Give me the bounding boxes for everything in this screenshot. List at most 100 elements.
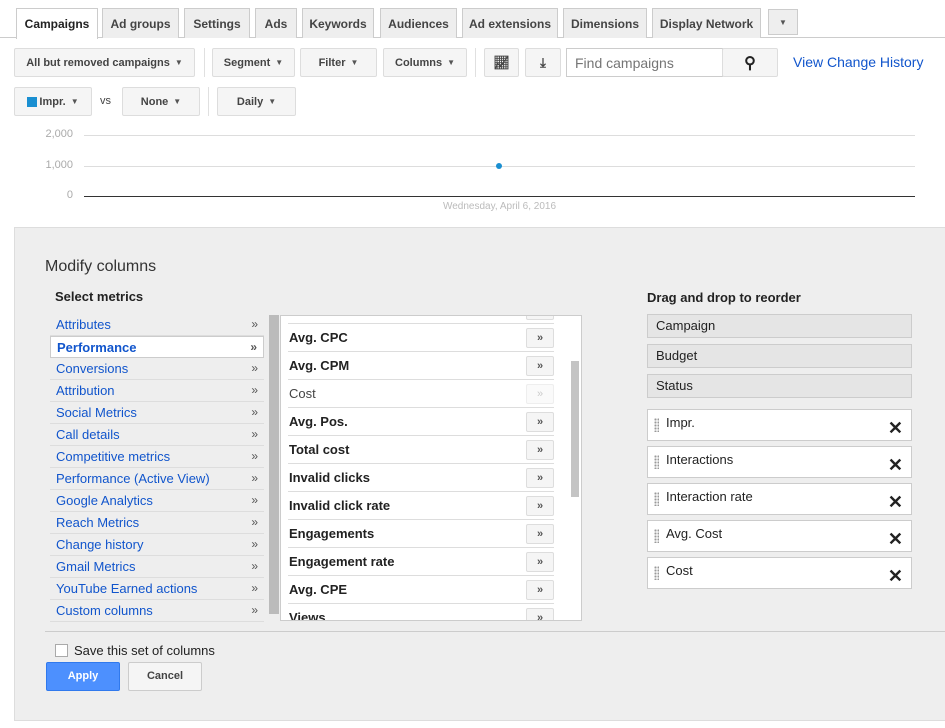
- save-columns-label: Save this set of columns: [74, 643, 215, 658]
- drag-handle-icon[interactable]: [654, 529, 659, 543]
- period-dropdown[interactable]: Daily ▼: [217, 87, 296, 116]
- category-label: Social Metrics: [56, 405, 137, 420]
- segment-button[interactable]: Segment ▼: [212, 48, 295, 77]
- metric1-label: Impr.: [39, 95, 66, 108]
- tab-ad-groups[interactable]: Ad groups: [102, 8, 179, 38]
- category-label: Gmail Metrics: [56, 559, 136, 574]
- add-metric-button[interactable]: »: [526, 468, 554, 488]
- columns-button[interactable]: Columns ▼: [383, 48, 467, 77]
- category-attributes[interactable]: Attributes »: [50, 314, 264, 336]
- drag-handle-icon[interactable]: [654, 492, 659, 506]
- add-metric-button[interactable]: »: [526, 356, 554, 376]
- select-metrics-heading: Select metrics: [55, 289, 144, 304]
- add-metric-button[interactable]: »: [526, 552, 554, 572]
- column-label: Cost: [666, 563, 693, 578]
- category-conversions[interactable]: Conversions »: [50, 358, 264, 380]
- campaign-filter-dropdown[interactable]: All but removed campaigns ▼: [14, 48, 195, 77]
- chevron-right-icon: »: [250, 340, 257, 354]
- chart-toggle-button[interactable]: 📈︎: [484, 48, 519, 77]
- line-chart-icon: 📈︎: [493, 54, 510, 70]
- caret-icon: ▼: [173, 97, 182, 106]
- category-social-metrics[interactable]: Social Metrics »: [50, 402, 264, 424]
- x-axis-label: Wednesday, April 6, 2016: [442, 201, 557, 212]
- remove-icon[interactable]: ✕: [888, 415, 903, 441]
- download-button[interactable]: ⤓: [525, 48, 561, 77]
- add-metric-button[interactable]: »: [526, 608, 554, 620]
- search-input[interactable]: [566, 48, 723, 77]
- caret-icon: ▼: [70, 97, 79, 106]
- selected-column[interactable]: Impr. ✕: [647, 409, 912, 441]
- chevron-right-icon: »: [251, 471, 258, 485]
- remove-icon[interactable]: ✕: [888, 526, 903, 552]
- category-performance-active-view-[interactable]: Performance (Active View) »: [50, 468, 264, 490]
- drag-handle-icon[interactable]: [654, 455, 659, 469]
- selected-column[interactable]: Interaction rate ✕: [647, 483, 912, 515]
- tab-settings[interactable]: Settings: [184, 8, 250, 38]
- metric-label: Views: [289, 610, 326, 621]
- category-youtube-earned-actions[interactable]: YouTube Earned actions »: [50, 578, 264, 600]
- caret-icon: ▼: [174, 58, 183, 67]
- add-metric-button[interactable]: »: [526, 440, 554, 460]
- tab-ad-extensions[interactable]: Ad extensions: [462, 8, 558, 38]
- series-color-swatch: [27, 96, 38, 107]
- columns-label: Columns: [395, 56, 443, 69]
- metrics-list: Avg. CPC» Avg. CPM» Cost» Avg. Pos.» Total c…: [280, 315, 582, 621]
- drag-handle-icon[interactable]: [654, 418, 659, 432]
- category-gmail-metrics[interactable]: Gmail Metrics »: [50, 556, 264, 578]
- selected-column[interactable]: Avg. Cost ✕: [647, 520, 912, 552]
- add-metric-button[interactable]: »: [526, 328, 554, 348]
- add-metric-button[interactable]: »: [526, 496, 554, 516]
- category-custom-columns[interactable]: Custom columns »: [50, 600, 264, 622]
- category-label: Attributes: [56, 317, 111, 332]
- remove-icon[interactable]: ✕: [888, 563, 903, 589]
- data-point[interactable]: [496, 162, 502, 169]
- search-button[interactable]: ⚲: [722, 48, 778, 77]
- drag-handle-icon[interactable]: [654, 566, 659, 580]
- category-change-history[interactable]: Change history »: [50, 534, 264, 556]
- save-columns-checkbox[interactable]: [55, 644, 68, 657]
- metric-label: Avg. CPE: [289, 582, 348, 597]
- tab-keywords[interactable]: Keywords: [302, 8, 374, 38]
- selected-column[interactable]: Interactions ✕: [647, 446, 912, 478]
- filter-button[interactable]: Filter ▼: [300, 48, 377, 77]
- vs-label: vs: [100, 95, 111, 107]
- more-tabs-button[interactable]: ▼: [768, 9, 798, 35]
- tab-display-network[interactable]: Display Network: [652, 8, 761, 38]
- category-attribution[interactable]: Attribution »: [50, 380, 264, 402]
- category-call-details[interactable]: Call details »: [50, 424, 264, 446]
- category-label: Performance: [57, 340, 137, 355]
- caret-icon: ▼: [350, 58, 359, 67]
- cancel-button[interactable]: Cancel: [128, 662, 202, 691]
- add-metric-button[interactable]: »: [526, 524, 554, 544]
- remove-icon[interactable]: ✕: [888, 489, 903, 515]
- tab-ads[interactable]: Ads: [255, 8, 297, 38]
- add-metric-button[interactable]: »: [526, 412, 554, 432]
- chevron-right-icon: »: [251, 537, 258, 551]
- apply-button[interactable]: Apply: [46, 662, 120, 691]
- remove-icon[interactable]: ✕: [888, 452, 903, 478]
- category-scrollbar[interactable]: [269, 315, 279, 614]
- category-competitive-metrics[interactable]: Competitive metrics »: [50, 446, 264, 468]
- metric-label: Invalid click rate: [289, 498, 391, 513]
- tab-dimensions[interactable]: Dimensions: [563, 8, 647, 38]
- chevron-right-icon: »: [251, 559, 258, 573]
- view-change-history-link[interactable]: View Change History: [793, 54, 923, 70]
- tab-campaigns[interactable]: Campaigns: [16, 8, 98, 39]
- category-performance[interactable]: Performance »: [50, 336, 264, 358]
- metric1-dropdown[interactable]: Impr. ▼: [14, 87, 92, 116]
- selected-column[interactable]: Cost ✕: [647, 557, 912, 589]
- metric2-dropdown[interactable]: None ▼: [122, 87, 200, 116]
- fixed-column: Budget: [647, 344, 912, 368]
- metrics-scrollbar[interactable]: [571, 361, 579, 497]
- metric-row: Invalid click rate »: [288, 492, 554, 520]
- add-metric-button[interactable]: »: [526, 580, 554, 600]
- chevron-right-icon: »: [251, 449, 258, 463]
- metric-row: Invalid clicks »: [288, 464, 554, 492]
- add-metric-button: »: [526, 384, 554, 404]
- tab-audiences[interactable]: Audiences: [380, 8, 457, 38]
- chevron-right-icon: »: [251, 361, 258, 375]
- metric-label: Engagements: [289, 526, 375, 541]
- metric-label: Cost: [289, 386, 316, 401]
- category-reach-metrics[interactable]: Reach Metrics »: [50, 512, 264, 534]
- category-google-analytics[interactable]: Google Analytics »: [50, 490, 264, 512]
